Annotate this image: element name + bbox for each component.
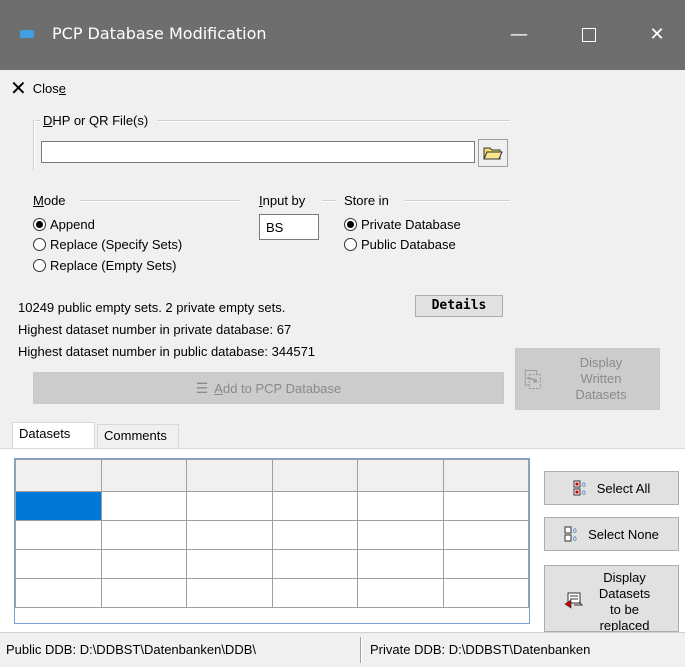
grid-header-cell[interactable] <box>186 459 273 492</box>
grid-cell[interactable] <box>100 491 187 521</box>
grid-cell[interactable] <box>100 578 187 608</box>
public-ddb-path: Public DDB: D:\DDBST\Datenbanken\DDB\ <box>6 642 256 657</box>
dataset-view-icon: ⎘ <box>524 367 542 392</box>
close-label: Clos <box>32 80 59 96</box>
mode-label: Mode <box>33 193 66 208</box>
grid-cell[interactable] <box>357 578 444 608</box>
svg-text:0: 0 <box>582 490 586 496</box>
highest-public-info: Highest dataset number in public databas… <box>18 344 316 359</box>
close-window-button[interactable]: ✕ <box>634 18 680 52</box>
display-replaced-line: to be <box>610 602 639 617</box>
store-private-radio[interactable]: Private Database <box>344 217 461 232</box>
display-written-line: Display <box>579 355 623 370</box>
grid-header-cell[interactable] <box>357 459 444 492</box>
grid-cell[interactable] <box>100 549 187 579</box>
close-label-accel: e <box>58 80 67 96</box>
app-icon <box>20 30 34 38</box>
tab-comments[interactable]: Comments <box>97 424 179 448</box>
display-replaced-line: replaced <box>599 618 650 632</box>
file-path-input[interactable] <box>41 141 475 163</box>
radio-selected-icon <box>344 218 357 231</box>
grid-cell[interactable] <box>442 520 529 550</box>
radio-icon <box>33 238 46 251</box>
status-separator <box>360 637 362 663</box>
radio-selected-icon <box>33 218 46 231</box>
grid-header-cell[interactable] <box>15 459 102 492</box>
grid-header-cell[interactable] <box>271 459 358 492</box>
status-bar: Public DDB: D:\DDBST\Datenbanken\DDB\ Pr… <box>0 632 685 667</box>
grid-cell[interactable] <box>271 578 358 608</box>
datasets-grid[interactable] <box>14 458 530 624</box>
file-group-frame <box>33 120 35 170</box>
svg-text:0: 0 <box>573 528 577 535</box>
minimize-button[interactable]: — <box>496 18 542 52</box>
radio-icon <box>33 259 46 272</box>
select-all-icon: 0 0 <box>573 480 586 496</box>
svg-text:0: 0 <box>582 482 586 489</box>
radio-icon <box>344 238 357 251</box>
datasets-table <box>15 459 529 608</box>
private-ddb-path: Private DDB: D:\DDBST\Datenbanken <box>370 642 591 657</box>
grid-cell[interactable] <box>442 491 529 521</box>
input-by-frame <box>322 200 336 202</box>
grid-cell[interactable] <box>442 578 529 608</box>
empty-sets-info: 10249 public empty sets. 2 private empty… <box>18 300 286 315</box>
grid-cell[interactable] <box>186 520 273 550</box>
grid-cell[interactable] <box>271 549 358 579</box>
grid-cell[interactable] <box>15 549 102 579</box>
select-none-button[interactable]: 0 0 Select None <box>544 517 679 551</box>
grid-cell[interactable] <box>100 520 187 550</box>
store-in-label: Store in <box>344 193 389 208</box>
select-none-icon: 0 0 <box>564 526 577 542</box>
display-replaced-line: Display <box>603 570 646 585</box>
tab-divider <box>0 448 685 449</box>
grid-cell[interactable] <box>271 491 358 521</box>
input-by-field[interactable] <box>259 214 319 240</box>
details-button[interactable]: Details <box>415 295 503 317</box>
file-group-label: DHP or QR File(s) <box>43 113 149 128</box>
tab-datasets[interactable]: Datasets <box>12 422 95 448</box>
add-to-pcp-database-button[interactable]: ☰ Add to PCP Database <box>33 372 504 404</box>
highest-private-info: Highest dataset number in private databa… <box>18 322 292 337</box>
grid-cell[interactable] <box>442 549 529 579</box>
grid-cell[interactable] <box>186 491 273 521</box>
display-written-datasets-button[interactable]: ⎘ Display Written Datasets <box>515 348 660 410</box>
grid-cell[interactable] <box>357 549 444 579</box>
file-group-frame <box>158 120 510 122</box>
display-datasets-to-be-replaced-button[interactable]: Display Datasets to be replaced <box>544 565 679 632</box>
store-public-radio[interactable]: Public Database <box>344 237 456 252</box>
grid-cell[interactable] <box>186 578 273 608</box>
select-all-button[interactable]: 0 0 Select All <box>544 471 679 505</box>
close-button[interactable]: ✕ Close <box>10 76 66 100</box>
maximize-icon <box>582 28 596 42</box>
input-by-label: Input by <box>259 193 306 208</box>
grid-cell[interactable] <box>15 578 102 608</box>
display-written-line: Written <box>580 371 622 386</box>
grid-cell[interactable] <box>15 520 102 550</box>
display-written-line: Datasets <box>575 387 627 402</box>
store-in-frame <box>404 200 510 202</box>
mode-append-radio[interactable]: Append <box>33 217 95 232</box>
x-icon: ✕ <box>10 76 27 100</box>
database-add-icon: ☰ <box>195 379 209 396</box>
grid-cell[interactable] <box>357 491 444 521</box>
toolbar <box>0 70 685 102</box>
grid-cell[interactable] <box>271 520 358 550</box>
grid-header-cell[interactable] <box>442 459 529 492</box>
grid-cell-selected[interactable] <box>15 491 102 521</box>
mode-replace-empty-radio[interactable]: Replace (Empty Sets) <box>33 258 176 273</box>
grid-header-cell[interactable] <box>100 459 187 492</box>
grid-cell[interactable] <box>186 549 273 579</box>
browse-button[interactable] <box>478 139 508 167</box>
mode-group-frame <box>80 200 240 202</box>
mode-replace-specify-radio[interactable]: Replace (Specify Sets) <box>33 237 182 252</box>
grid-cell[interactable] <box>357 520 444 550</box>
maximize-button[interactable] <box>566 18 612 52</box>
folder-open-icon <box>483 147 503 160</box>
dataset-replace-icon <box>563 592 583 609</box>
window-title: PCP Database Modification <box>52 24 267 43</box>
svg-text:0: 0 <box>573 536 577 542</box>
display-replaced-line: Datasets <box>598 586 651 601</box>
